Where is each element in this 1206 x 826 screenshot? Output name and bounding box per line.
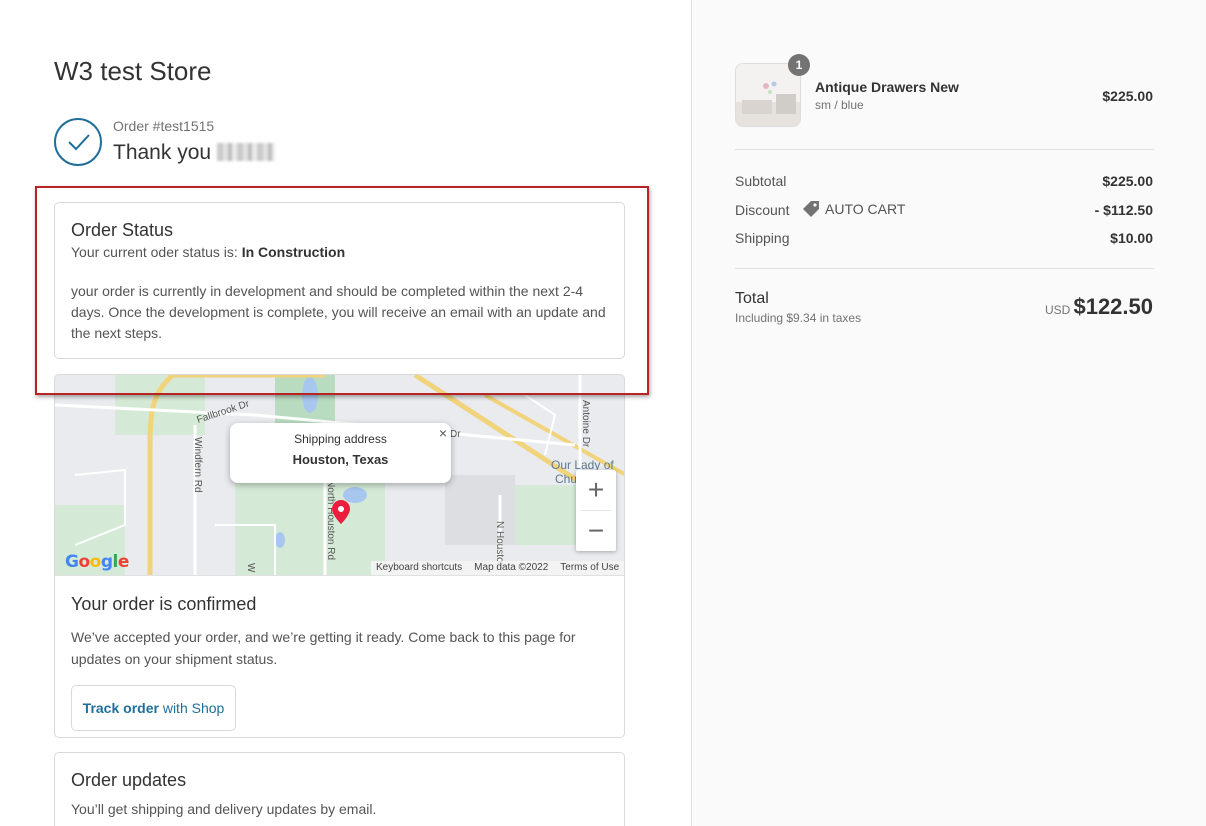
discount-label: Discount	[735, 202, 790, 218]
order-status-title: Order Status	[71, 220, 174, 240]
order-updates-box: Order updates You’ll get shipping and de…	[54, 752, 625, 826]
map-label-dr: Dr	[450, 429, 461, 440]
order-number: Order #test1515	[113, 118, 215, 134]
customer-name-blurred	[217, 143, 276, 161]
order-status-description: your order is currently in development a…	[71, 283, 606, 341]
store-title[interactable]: W3 test Store	[54, 56, 212, 87]
product-variant: sm / blue	[815, 98, 864, 112]
shipping-map[interactable]: Fallbrook Dr Windfern Rd North Houston R…	[55, 375, 624, 576]
product-price: $225.00	[1102, 88, 1153, 104]
terms-of-use-link[interactable]: Terms of Use	[560, 562, 619, 575]
shipping-label: Shipping	[735, 230, 790, 246]
order-status-line: Your current oder status is: In Construc…	[71, 244, 608, 260]
track-order-button[interactable]: Track order with Shop	[71, 685, 236, 731]
discount-code-text: AUTO CART	[825, 201, 906, 217]
order-updates-description: You’ll get shipping and delivery updates…	[71, 801, 377, 817]
order-updates-title: Order updates	[71, 770, 187, 790]
total-amount: $122.50	[1073, 294, 1153, 319]
map-label-w: W	[245, 563, 256, 573]
tag-icon	[803, 201, 819, 217]
map-footer: Keyboard shortcuts Map data ©2022 Terms …	[371, 561, 624, 575]
status-prefix: Your current oder status is:	[71, 244, 242, 260]
zoom-out-button[interactable]: −	[576, 511, 616, 551]
track-order-label: Track order	[82, 700, 159, 716]
currency-code: USD	[1045, 303, 1071, 317]
confirmation-description: We’ve accepted your order, and we’re get…	[71, 629, 576, 667]
with-shop-label: with Shop	[158, 700, 225, 716]
discount-code: AUTO CART	[802, 200, 905, 218]
subtotal-label: Subtotal	[735, 173, 787, 189]
check-circle-icon	[54, 118, 102, 166]
map-zoom-controls: + −	[576, 470, 616, 551]
map-label-antoine: Antoine Dr	[580, 400, 591, 448]
location-pin-icon[interactable]	[332, 500, 350, 524]
popup-city: Houston, Texas	[292, 452, 389, 467]
tax-note: Including $9.34 in taxes	[735, 311, 862, 325]
total-label: Total	[735, 290, 769, 307]
thank-you-text: Thank you	[113, 141, 212, 164]
close-icon[interactable]: ×	[439, 425, 447, 441]
map-label-church: Chu	[555, 472, 577, 486]
divider	[735, 268, 1154, 269]
map-data-label: Map data ©2022	[474, 562, 549, 573]
order-status-box: Order Status Your current oder status is…	[54, 202, 625, 359]
product-name: Antique Drawers New	[815, 79, 959, 95]
popup-title: Shipping address	[294, 432, 387, 446]
status-value: In Construction	[241, 244, 346, 260]
shipping-value: $10.00	[1110, 230, 1153, 246]
zoom-in-button[interactable]: +	[576, 470, 616, 510]
confirmation-title: Your order is confirmed	[71, 594, 257, 614]
thank-you-heading: Thank you	[113, 141, 276, 165]
main-content: W3 test Store Order #test1515 Thank you …	[0, 0, 691, 826]
confirmation-content: Your order is confirmed We’ve accepted y…	[71, 594, 611, 731]
order-summary-sidebar: 1 Antique Drawers New sm / blue $225.00 …	[691, 0, 1206, 826]
google-logo[interactable]: Google	[65, 552, 129, 572]
keyboard-shortcuts-link[interactable]: Keyboard shortcuts	[376, 562, 462, 575]
subtotal-value: $225.00	[1102, 173, 1153, 189]
divider	[735, 149, 1154, 150]
order-confirmed-box: Fallbrook Dr Windfern Rd North Houston R…	[54, 374, 625, 738]
quantity-badge: 1	[788, 54, 810, 76]
shipping-address-popup: Shipping address Houston, Texas ×	[230, 423, 451, 483]
discount-value: - $112.50	[1094, 202, 1153, 218]
map-label-windfern: Windfern Rd	[192, 437, 203, 493]
